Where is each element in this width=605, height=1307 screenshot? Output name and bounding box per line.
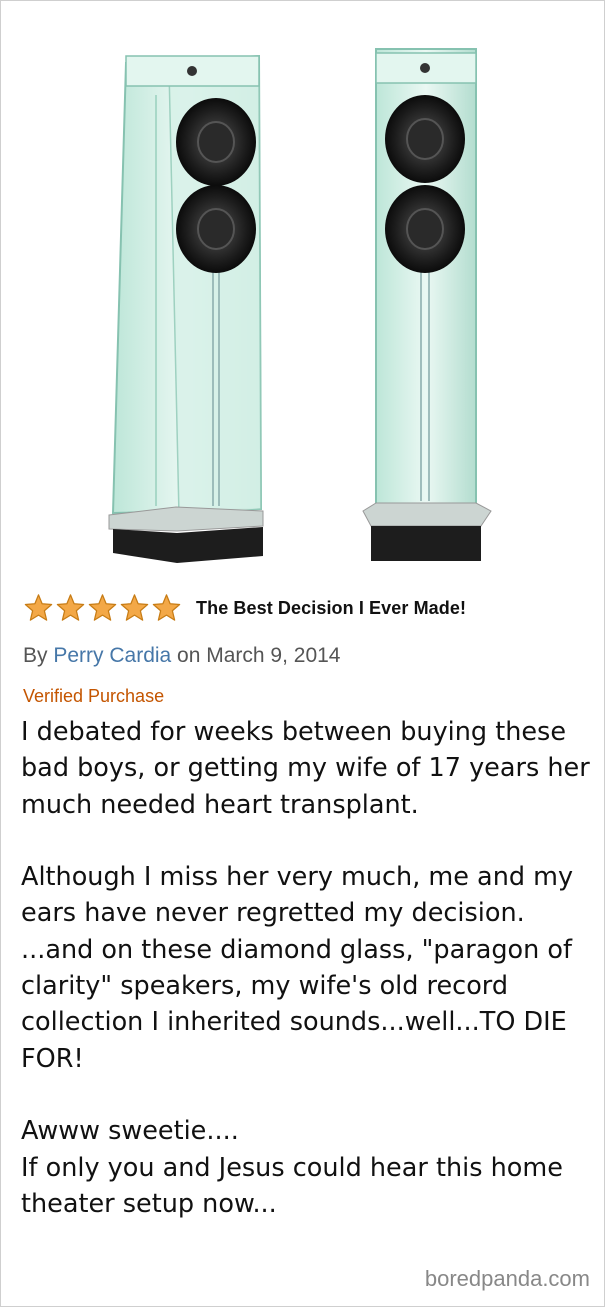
review-title[interactable]: The Best Decision I Ever Made! [196, 598, 466, 619]
star-icon [152, 594, 181, 621]
byline-prefix: By [23, 644, 54, 667]
star-rating [23, 593, 182, 623]
review-paragraph: I debated for weeks between buying these… [21, 717, 598, 820]
review-date: on March 9, 2014 [171, 644, 341, 667]
speaker-left [108, 54, 264, 563]
watermark: boredpanda.com [424, 1266, 590, 1291]
star-icon [88, 594, 117, 621]
review-paragraph: ...and on these diamond glass, "paragon … [21, 934, 581, 1074]
star-icon [24, 594, 53, 621]
star-icon [56, 594, 85, 621]
review-paragraph: Awww sweetie.... [21, 1116, 239, 1147]
review-paragraph: If only you and Jesus could hear this ho… [21, 1152, 571, 1219]
review-paragraph [21, 823, 591, 859]
review-byline: By Perry Cardia on March 9, 2014 [23, 644, 341, 668]
review-paragraph [21, 1077, 591, 1113]
speaker-right [362, 48, 492, 561]
review-paragraph: Although I miss her very much, me and my… [21, 862, 582, 929]
author-link[interactable]: Perry Cardia [53, 644, 171, 667]
review-header: The Best Decision I Ever Made! [23, 591, 466, 625]
verified-purchase-badge: Verified Purchase [23, 686, 165, 706]
review-body: I debated for weeks between buying these… [21, 714, 591, 1222]
product-image [108, 48, 492, 563]
star-icon [120, 594, 149, 621]
